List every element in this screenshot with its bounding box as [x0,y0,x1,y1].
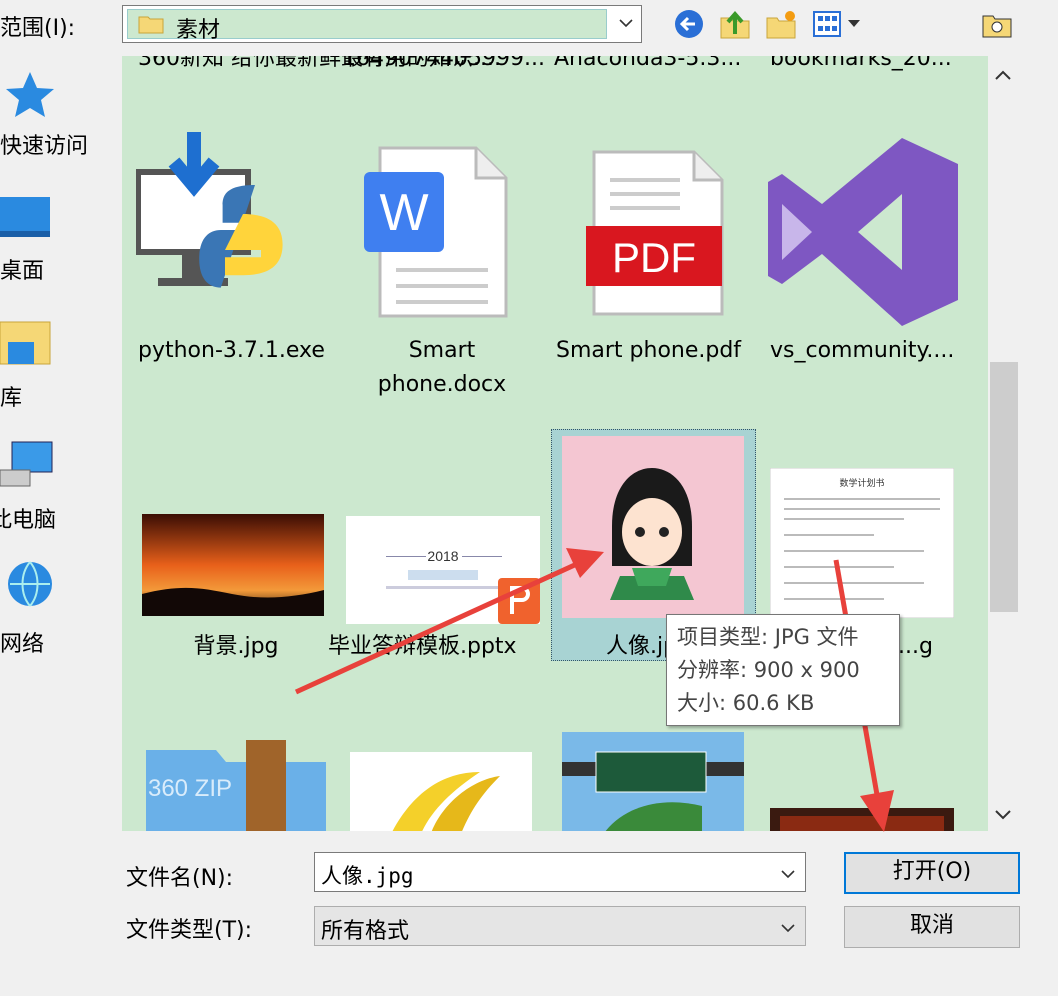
filetype-select[interactable]: 所有格式 [314,906,806,946]
place-this-pc[interactable]: 此电脑 [0,440,110,535]
road-sign-thumbnail[interactable] [562,732,744,831]
file-item-label[interactable]: ...g [898,630,933,664]
image-thumbnail-dark[interactable] [770,808,954,831]
file-item-label[interactable]: python-3.7.1.exe [138,334,325,368]
network-icon [8,561,52,607]
tooltip-resolution: 分辨率: 900 x 900 [677,658,860,682]
desktop-icon [0,197,50,237]
view-menu-icon[interactable] [812,8,866,40]
folder-icon [138,16,164,34]
document-thumbnail[interactable]: 数学计划书 [770,468,954,618]
cancel-button[interactable]: 取消 [844,906,1020,948]
filetype-label: 文件类型(T): [126,918,253,943]
chevron-down-icon[interactable] [781,921,795,935]
place-desktop[interactable]: 桌面 [0,195,110,285]
filetype-value: 所有格式 [321,919,410,944]
portrait-thumbnail[interactable] [562,436,744,618]
file-item-label[interactable]: Smart phone.pdf [556,334,741,368]
place-network[interactable]: 网络 [0,560,110,657]
pdf-file-icon[interactable]: PDF [584,148,724,316]
file-item-label[interactable]: 背景.jpg [166,630,306,664]
back-icon[interactable] [672,8,706,40]
file-item-label[interactable]: bookmarks_20... [770,56,952,76]
file-item-label[interactable]: 1649074405999... [342,56,545,76]
filename-label: 文件名(N): [126,866,234,891]
look-in-label: 找范围(I): [0,16,76,41]
banana-thumbnail[interactable] [350,752,532,831]
python-installer-icon[interactable] [136,132,332,302]
new-folder-icon[interactable] [764,8,798,40]
file-item-label[interactable]: phone.docx [372,368,512,402]
computer-icon [0,441,53,487]
file-item-label[interactable]: Smart [372,334,512,368]
docx-file-icon[interactable]: W [360,144,510,320]
scroll-down-icon[interactable] [994,808,1012,822]
svg-text:PDF: PDF [612,234,696,281]
file-info-tooltip: 项目类型: JPG 文件 分辨率: 900 x 900 大小: 60.6 KB [666,614,900,726]
open-button[interactable]: 打开(O) [844,852,1020,894]
pptx-thumbnail[interactable]: 2018 [346,516,540,624]
filename-value: 人像.jpg [321,864,414,888]
filename-input[interactable]: 人像.jpg [314,852,806,892]
preview-folder-icon[interactable] [980,8,1014,40]
file-item-label[interactable]: Anaconda3-5.3... [554,56,741,76]
chevron-down-icon[interactable] [781,867,795,881]
svg-text:数学计划书: 数学计划书 [839,477,884,489]
place-library[interactable]: 库 [0,318,110,411]
svg-text:W: W [379,184,428,242]
zip-archive-icon[interactable]: 360 ZIP [136,734,330,831]
scroll-up-icon[interactable] [994,68,1012,82]
tooltip-type: 项目类型: JPG 文件 [677,625,859,649]
svg-text:360 ZIP: 360 ZIP [148,775,232,802]
file-item-label[interactable]: vs_community.... [770,334,954,368]
svg-text:2018: 2018 [427,548,458,564]
visual-studio-icon[interactable] [766,134,962,330]
library-icon [0,321,51,365]
chevron-down-icon[interactable] [619,16,633,30]
image-thumbnail-sunset[interactable] [142,514,324,616]
current-folder-name: 素材 [176,18,221,43]
up-folder-icon[interactable] [718,8,752,40]
file-item-label[interactable]: 毕业答辩模板.pptx [328,630,517,664]
place-quick-access[interactable]: 快速访问 [0,70,110,160]
scrollbar-thumb[interactable] [990,362,1018,612]
tooltip-size: 大小: 60.6 KB [677,691,815,715]
star-icon [6,72,54,117]
look-in-combobox[interactable]: 素材 [122,5,642,43]
